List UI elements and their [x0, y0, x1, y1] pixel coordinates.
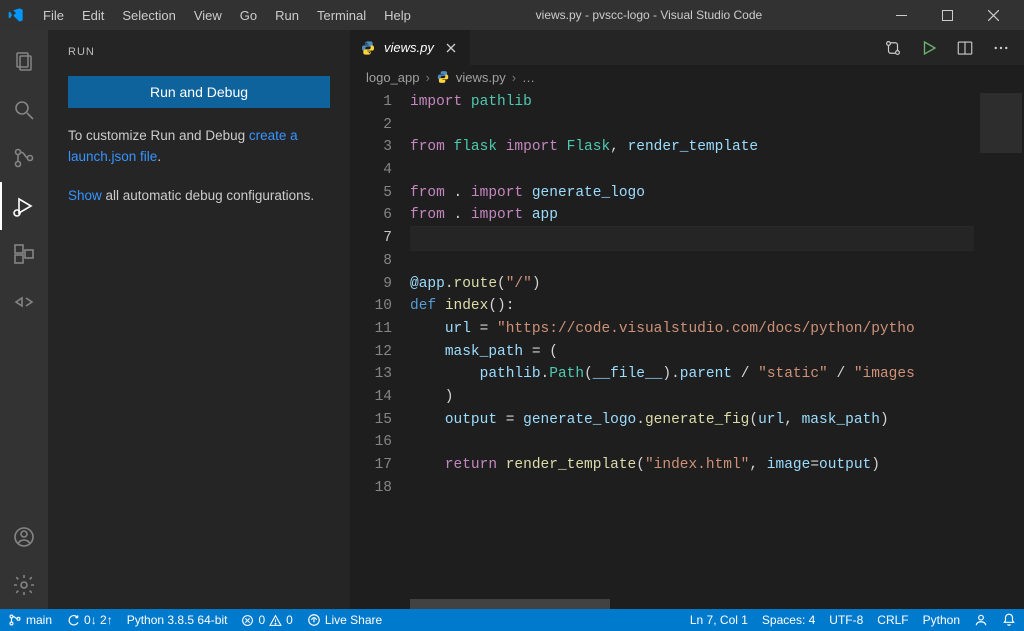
- live-share[interactable]: Live Share: [307, 613, 382, 627]
- activity-bar: [0, 30, 48, 609]
- eol[interactable]: CRLF: [877, 613, 908, 627]
- run-sidebar: RUN Run and Debug To customize Run and D…: [48, 30, 350, 609]
- run-file-icon[interactable]: [920, 39, 938, 57]
- menu-run[interactable]: Run: [266, 8, 308, 23]
- vscode-logo-icon: [8, 7, 24, 23]
- code-editor[interactable]: 123456789101112131415161718 import pathl…: [350, 89, 1024, 609]
- menu-terminal[interactable]: Terminal: [308, 8, 375, 23]
- settings-gear-icon[interactable]: [0, 561, 48, 609]
- branch-indicator[interactable]: main: [8, 613, 52, 627]
- chevron-right-icon: ›: [426, 70, 430, 85]
- editor-area: views.py logo_app › views.py › …: [350, 30, 1024, 609]
- horizontal-scrollbar[interactable]: [410, 599, 974, 609]
- close-button[interactable]: [970, 0, 1016, 30]
- minimap[interactable]: [974, 89, 1024, 609]
- python-interpreter[interactable]: Python 3.8.5 64-bit: [127, 613, 228, 627]
- more-actions-icon[interactable]: [992, 39, 1010, 57]
- indentation[interactable]: Spaces: 4: [762, 613, 815, 627]
- customize-text: To customize Run and Debug create a laun…: [68, 126, 330, 168]
- minimize-button[interactable]: [878, 0, 924, 30]
- compare-changes-icon[interactable]: [884, 39, 902, 57]
- accounts-icon[interactable]: [0, 513, 48, 561]
- tab-label: views.py: [384, 40, 434, 55]
- menu-go[interactable]: Go: [231, 8, 266, 23]
- code-content[interactable]: import pathlibfrom flask import Flask, r…: [410, 89, 974, 609]
- python-file-icon: [360, 40, 376, 56]
- explorer-icon[interactable]: [0, 38, 48, 86]
- search-icon[interactable]: [0, 86, 48, 134]
- menu-file[interactable]: File: [34, 8, 73, 23]
- encoding[interactable]: UTF-8: [829, 613, 863, 627]
- maximize-button[interactable]: [924, 0, 970, 30]
- sync-indicator[interactable]: 0↓ 2↑: [66, 613, 113, 627]
- breadcrumb-file[interactable]: views.py: [456, 70, 506, 85]
- breadcrumb-folder[interactable]: logo_app: [366, 70, 420, 85]
- breadcrumb[interactable]: logo_app › views.py › …: [350, 65, 1024, 89]
- python-file-icon: [436, 70, 450, 84]
- feedback-icon[interactable]: [974, 613, 988, 627]
- remote-icon[interactable]: [0, 278, 48, 326]
- tab-bar: views.py: [350, 30, 1024, 65]
- run-and-debug-button[interactable]: Run and Debug: [68, 76, 330, 108]
- tab-views-py[interactable]: views.py: [350, 30, 470, 65]
- menu-selection[interactable]: Selection: [113, 8, 184, 23]
- sidebar-title: RUN: [68, 46, 330, 58]
- window-title: views.py - pvscc-logo - Visual Studio Co…: [420, 8, 878, 22]
- cursor-position[interactable]: Ln 7, Col 1: [690, 613, 748, 627]
- title-bar: FileEditSelectionViewGoRunTerminalHelp v…: [0, 0, 1024, 30]
- show-configs-link[interactable]: Show: [68, 188, 102, 203]
- menu-view[interactable]: View: [185, 8, 231, 23]
- line-number-gutter: 123456789101112131415161718: [350, 89, 410, 609]
- source-control-icon[interactable]: [0, 134, 48, 182]
- menu-edit[interactable]: Edit: [73, 8, 113, 23]
- breadcrumb-more[interactable]: …: [522, 70, 535, 85]
- chevron-right-icon: ›: [512, 70, 516, 85]
- menu-help[interactable]: Help: [375, 8, 420, 23]
- status-bar: main 0↓ 2↑ Python 3.8.5 64-bit 0 0 Live …: [0, 609, 1024, 631]
- split-editor-icon[interactable]: [956, 39, 974, 57]
- extensions-icon[interactable]: [0, 230, 48, 278]
- run-debug-icon[interactable]: [0, 182, 48, 230]
- tab-close-icon[interactable]: [442, 39, 460, 57]
- language-mode[interactable]: Python: [923, 613, 960, 627]
- notifications-icon[interactable]: [1002, 613, 1016, 627]
- show-configs-text: Show all automatic debug configurations.: [68, 186, 330, 207]
- problems-indicator[interactable]: 0 0: [241, 613, 292, 627]
